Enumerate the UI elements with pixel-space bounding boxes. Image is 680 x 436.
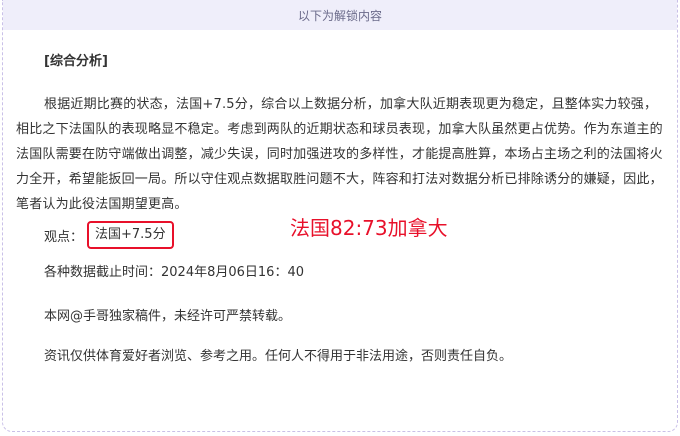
view-row: 观点： 法国+7.5分 xyxy=(44,221,174,249)
view-pick-highlight: 法国+7.5分 xyxy=(87,221,174,249)
score-annotation: 法国82:73加拿大 xyxy=(290,216,448,240)
disclaimer: 资讯仅供体育爱好者浏览、参考之用。任何人不得用于非法用途，否则责任自负。 xyxy=(44,349,513,364)
unlock-header-text: 以下为解锁内容 xyxy=(297,8,382,23)
view-label: 观点： xyxy=(44,229,84,245)
copyright-notice: 本网@手哥独家稿件，未经许可严禁转载。 xyxy=(44,309,292,324)
unlock-header: 以下为解锁内容 xyxy=(3,0,677,30)
analysis-heading: [综合分析] xyxy=(44,54,108,69)
analysis-paragraph: 根据近期比赛的状态，法国+7.5分，综合以上数据分析，加拿大队近期表现更为稳定，… xyxy=(16,97,663,212)
data-deadline: 各种数据截止时间：2024年8月06日16：40 xyxy=(44,265,304,280)
